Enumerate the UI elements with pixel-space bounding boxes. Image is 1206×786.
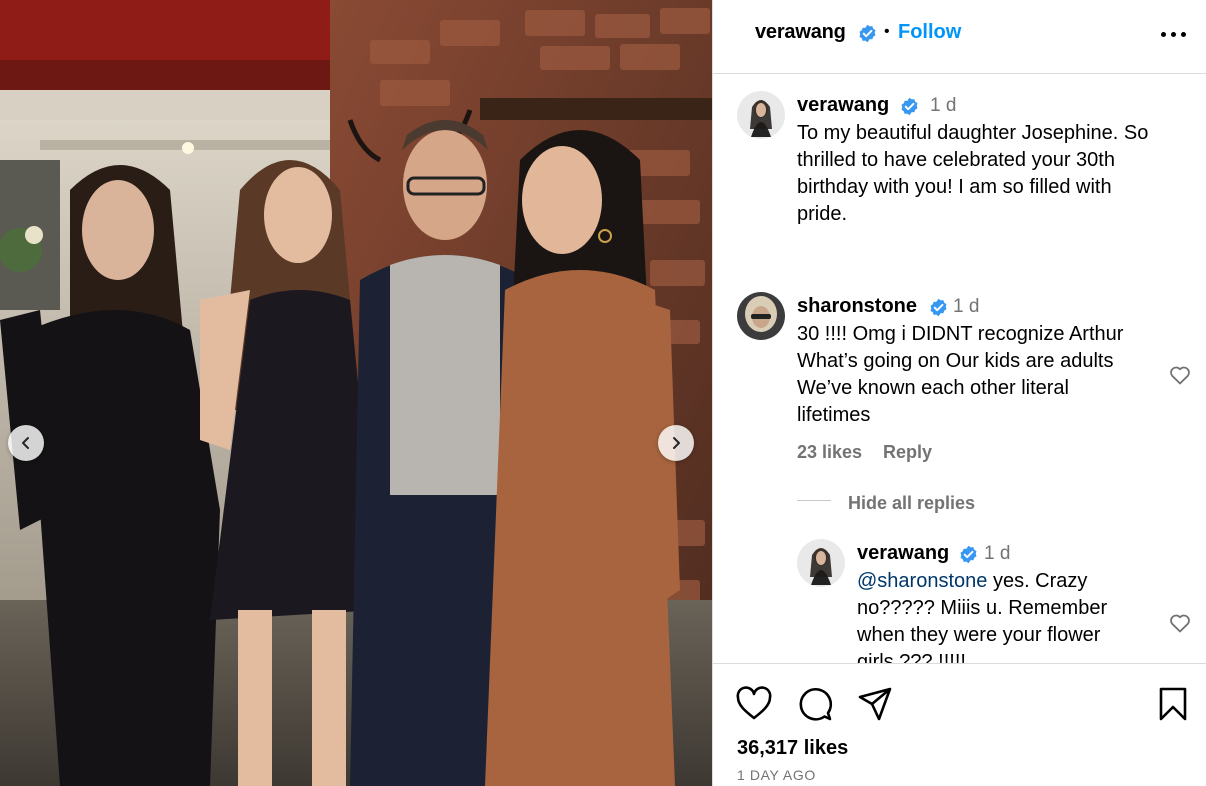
bookmark-icon[interactable] xyxy=(1158,686,1188,722)
reply-line: @sharonstone yes. Crazy xyxy=(857,568,1157,595)
caption-line: birthday with you! I am so filled with xyxy=(797,176,1112,198)
caption-line: thrilled to have celebrated your 30th xyxy=(797,149,1115,171)
comment-text: 30 !!!! Omg i DIDNT recognize Arthur Wha… xyxy=(797,321,1167,429)
comment-reply-button[interactable]: Reply xyxy=(883,442,932,463)
replies-divider xyxy=(797,500,831,501)
comment-like-heart-icon[interactable] xyxy=(1168,363,1192,387)
hide-replies-button[interactable]: Hide all replies xyxy=(848,493,975,514)
chevron-left-icon xyxy=(22,437,29,449)
mention-link[interactable]: @sharonstone xyxy=(857,570,987,592)
heart-icon[interactable] xyxy=(735,686,773,722)
avatar[interactable] xyxy=(797,539,845,587)
paper-plane-icon[interactable] xyxy=(857,686,893,722)
comment-timestamp[interactable]: 1 d xyxy=(953,296,979,318)
group-photo-illustration xyxy=(0,0,712,786)
avatar[interactable] xyxy=(737,292,785,340)
verified-badge-icon xyxy=(900,97,919,121)
reply-line-rest: yes. Crazy xyxy=(987,570,1088,592)
post-likes-count[interactable]: 36,317 likes xyxy=(737,737,848,760)
more-options-icon[interactable] xyxy=(1161,26,1189,42)
post-actions: 36,317 likes 1 DAY AGO xyxy=(713,663,1206,786)
post-photo[interactable] xyxy=(0,0,712,786)
comment-likes-count[interactable]: 23 likes xyxy=(797,442,862,463)
reply-timestamp[interactable]: 1 d xyxy=(984,543,1010,565)
follow-button[interactable]: Follow xyxy=(898,21,961,44)
caption-line: To my beautiful daughter Josephine. So xyxy=(797,122,1149,144)
verified-badge-icon xyxy=(929,298,948,322)
post-timestamp[interactable]: 1 DAY AGO xyxy=(737,767,816,783)
chevron-right-icon xyxy=(673,437,680,449)
post-header: verawang • Follow xyxy=(713,0,1206,74)
post-sidebar: verawang • Follow verawang 1 d To my bea… xyxy=(712,0,1206,786)
comment-bubble-icon[interactable] xyxy=(797,686,833,722)
caption-username[interactable]: verawang xyxy=(797,94,889,117)
caption-timestamp[interactable]: 1 d xyxy=(930,95,956,117)
verified-badge-icon xyxy=(959,545,978,569)
comment-username[interactable]: sharonstone xyxy=(797,295,917,318)
reply-line: when they were your flower xyxy=(857,624,1101,646)
comment-line: We’ve known each other literal xyxy=(797,377,1069,399)
verified-badge-icon xyxy=(858,24,877,48)
comment-line: lifetimes xyxy=(797,404,871,426)
comments-section[interactable]: verawang 1 d To my beautiful daughter Jo… xyxy=(713,75,1206,663)
reply-line: no????? Miiis u. Remember xyxy=(857,597,1108,619)
carousel-next-button[interactable] xyxy=(658,425,694,461)
caption-line: pride. xyxy=(797,203,848,225)
header-separator: • xyxy=(884,23,890,40)
caption-text: To my beautiful daughter Josephine. So t… xyxy=(797,120,1197,228)
reply-like-heart-icon[interactable] xyxy=(1168,611,1192,635)
comment-line: What’s going on Our kids are adults xyxy=(797,350,1114,372)
comment-line: 30 !!!! Omg i DIDNT recognize Arthur xyxy=(797,323,1124,345)
reply-line: girls ??? !!!!! xyxy=(857,651,966,663)
reply-username[interactable]: verawang xyxy=(857,542,949,565)
avatar[interactable] xyxy=(737,91,785,139)
carousel-prev-button[interactable] xyxy=(8,425,44,461)
post-author-username[interactable]: verawang xyxy=(755,21,846,44)
reply-text: @sharonstone yes. Crazy no????? Miiis u.… xyxy=(857,568,1157,663)
